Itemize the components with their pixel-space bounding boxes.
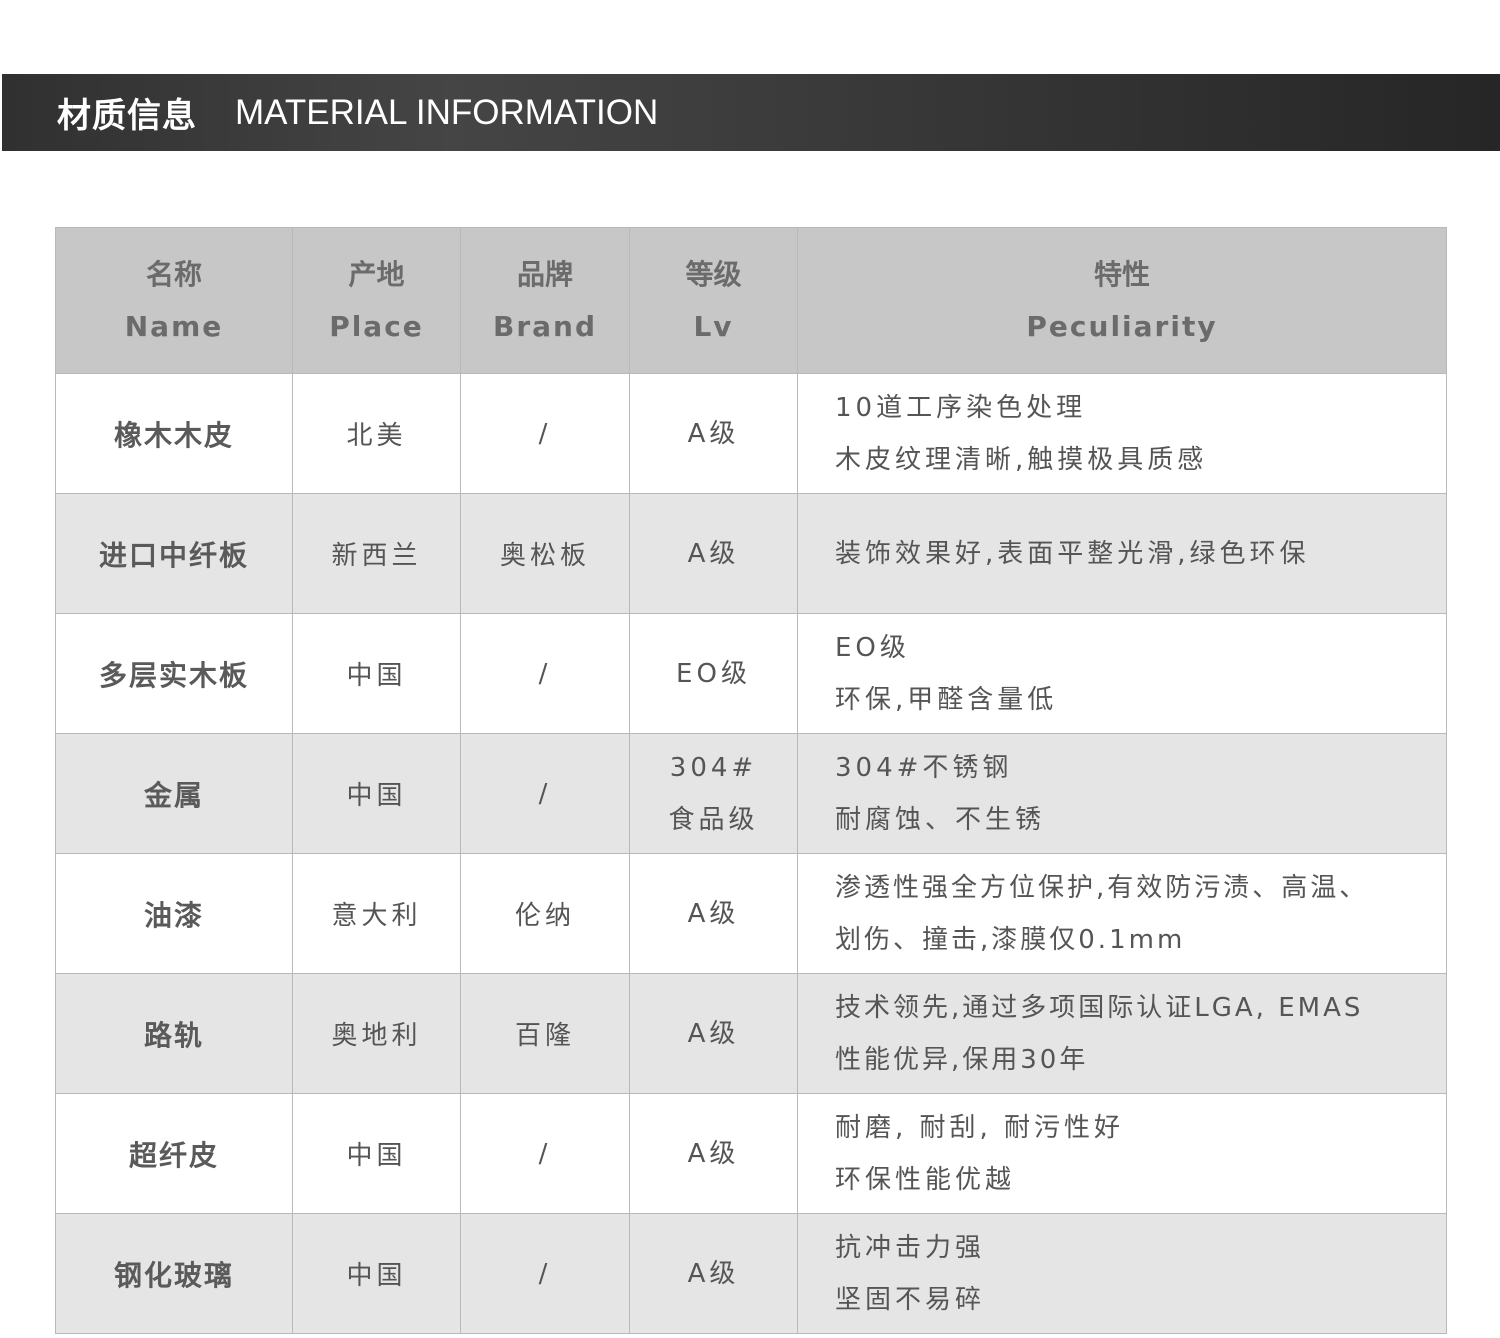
cell-features: 耐磨, 耐刮, 耐污性好 环保性能优越: [797, 1093, 1447, 1214]
feature-line: 抗冲击力强: [835, 1232, 986, 1263]
cell-place: 中国: [292, 733, 461, 854]
level-line: 304#: [669, 752, 758, 783]
cell-place: 意大利: [292, 853, 461, 974]
table-header-row: 名称 Name 产地 Place 品牌 Brand 等级 Lv 特性 Peculiarit…: [55, 227, 1447, 374]
cell-features: 技术领先,通过多项国际认证LGA, EMAS 性能优异,保用30年: [797, 973, 1447, 1094]
table-row: 多层实木板 中国 / EO级 EO级环保,甲醛含量低: [55, 613, 1447, 734]
cell-features: 装饰效果好,表面平整光滑,绿色环保: [797, 493, 1447, 614]
feature-line: 耐腐蚀、不生锈: [835, 804, 1046, 835]
feature-line: 装饰效果好,表面平整光滑,绿色环保: [835, 538, 1310, 569]
cell-name: 钢化玻璃: [55, 1213, 293, 1334]
level-line: A级: [687, 1138, 740, 1169]
cell-features: 304#不锈钢耐腐蚀、不生锈: [797, 733, 1447, 854]
cell-place: 中国: [292, 613, 461, 734]
table-row: 路轨 奥地利 百隆 A级 技术领先,通过多项国际认证LGA, EMAS 性能优异,…: [55, 973, 1447, 1094]
header-level-en: Lv: [693, 309, 734, 343]
table-row: 钢化玻璃 中国 / A级 抗冲击力强坚固不易碎: [55, 1213, 1447, 1334]
level-line: A级: [687, 1258, 740, 1289]
header-name-cn: 名称: [145, 257, 202, 291]
cell-place: 中国: [292, 1213, 461, 1334]
level-line: 食品级: [668, 804, 759, 835]
cell-brand: /: [460, 373, 630, 494]
feature-line: 304#不锈钢: [835, 752, 1013, 783]
cell-level: 304# 食品级: [629, 733, 798, 854]
cell-brand: /: [460, 613, 630, 734]
level-line: A级: [687, 418, 740, 449]
cell-name: 进口中纤板: [55, 493, 293, 614]
feature-line: EO级: [835, 632, 910, 663]
header-brand: 品牌 Brand: [460, 227, 630, 374]
section-banner: 材质信息 MATERIAL INFORMATION: [2, 74, 1500, 151]
table-row: 橡木木皮 北美 / A级 10道工序染色处理木皮纹理清晰,触摸极具质感: [55, 373, 1447, 494]
header-level: 等级 Lv: [629, 227, 798, 374]
feature-line: 坚固不易碎: [835, 1284, 986, 1315]
level-line: EO级: [676, 658, 751, 689]
cell-name: 超纤皮: [55, 1093, 293, 1214]
feature-line: 环保,甲醛含量低: [835, 684, 1058, 715]
header-place-cn: 产地: [348, 257, 405, 291]
header-level-cn: 等级: [685, 257, 742, 291]
header-brand-cn: 品牌: [516, 257, 573, 291]
cell-level: A级: [629, 853, 798, 974]
table-row: 金属 中国 / 304# 食品级 304#不锈钢耐腐蚀、不生锈: [55, 733, 1447, 854]
cell-brand: /: [460, 1093, 630, 1214]
header-name: 名称 Name: [55, 227, 293, 374]
cell-features: 10道工序染色处理木皮纹理清晰,触摸极具质感: [797, 373, 1447, 494]
header-brand-en: Brand: [492, 309, 598, 343]
cell-name: 多层实木板: [55, 613, 293, 734]
table-row: 进口中纤板 新西兰 奥松板 A级 装饰效果好,表面平整光滑,绿色环保: [55, 493, 1447, 614]
table-row: 油漆 意大利 伦纳 A级 渗透性强全方位保护,有效防污渍、高温、 划伤、撞击,漆膜…: [55, 853, 1447, 974]
feature-line: 性能优异,保用30年: [835, 1044, 1089, 1075]
cell-brand: 百隆: [460, 973, 630, 1094]
header-name-en: Name: [124, 309, 224, 343]
feature-line: 技术领先,通过多项国际认证LGA, EMAS: [835, 992, 1364, 1023]
header-peculiarity-en: Peculiarity: [1026, 309, 1218, 343]
cell-level: A级: [629, 1213, 798, 1334]
cell-brand: 伦纳: [460, 853, 630, 974]
cell-level: A级: [629, 493, 798, 614]
cell-name: 油漆: [55, 853, 293, 974]
cell-brand: /: [460, 733, 630, 854]
cell-features: 抗冲击力强坚固不易碎: [797, 1213, 1447, 1334]
feature-line: 渗透性强全方位保护,有效防污渍、高温、: [835, 872, 1369, 903]
cell-place: 奥地利: [292, 973, 461, 1094]
cell-name: 金属: [55, 733, 293, 854]
level-line: A级: [687, 1018, 740, 1049]
cell-place: 新西兰: [292, 493, 461, 614]
feature-line: 10道工序染色处理: [835, 392, 1087, 423]
cell-features: 渗透性强全方位保护,有效防污渍、高温、 划伤、撞击,漆膜仅0.1mm: [797, 853, 1447, 974]
cell-place: 中国: [292, 1093, 461, 1214]
section-title-cn: 材质信息: [57, 96, 197, 136]
header-place-en: Place: [329, 309, 424, 343]
section-title-en: MATERIAL INFORMATION: [235, 92, 659, 132]
cell-place: 北美: [292, 373, 461, 494]
header-peculiarity: 特性 Peculiarity: [797, 227, 1447, 374]
cell-level: A级: [629, 1093, 798, 1214]
feature-line: 划伤、撞击,漆膜仅0.1mm: [835, 924, 1186, 955]
cell-name: 橡木木皮: [55, 373, 293, 494]
level-line: A级: [687, 898, 740, 929]
feature-line: 木皮纹理清晰,触摸极具质感: [835, 444, 1208, 475]
material-table: 名称 Name 产地 Place 品牌 Brand 等级 Lv 特性 Peculiarit…: [55, 227, 1447, 1334]
cell-features: EO级环保,甲醛含量低: [797, 613, 1447, 734]
cell-brand: /: [460, 1213, 630, 1334]
cell-level: A级: [629, 373, 798, 494]
table-row: 超纤皮 中国 / A级 耐磨, 耐刮, 耐污性好 环保性能优越: [55, 1093, 1447, 1214]
cell-level: EO级: [629, 613, 798, 734]
level-line: A级: [687, 538, 740, 569]
cell-level: A级: [629, 973, 798, 1094]
feature-line: 环保性能优越: [835, 1164, 1016, 1195]
feature-line: 耐磨, 耐刮, 耐污性好: [835, 1112, 1125, 1143]
cell-brand: 奥松板: [460, 493, 630, 614]
header-place: 产地 Place: [292, 227, 461, 374]
cell-name: 路轨: [55, 973, 293, 1094]
header-peculiarity-cn: 特性: [1093, 257, 1150, 291]
